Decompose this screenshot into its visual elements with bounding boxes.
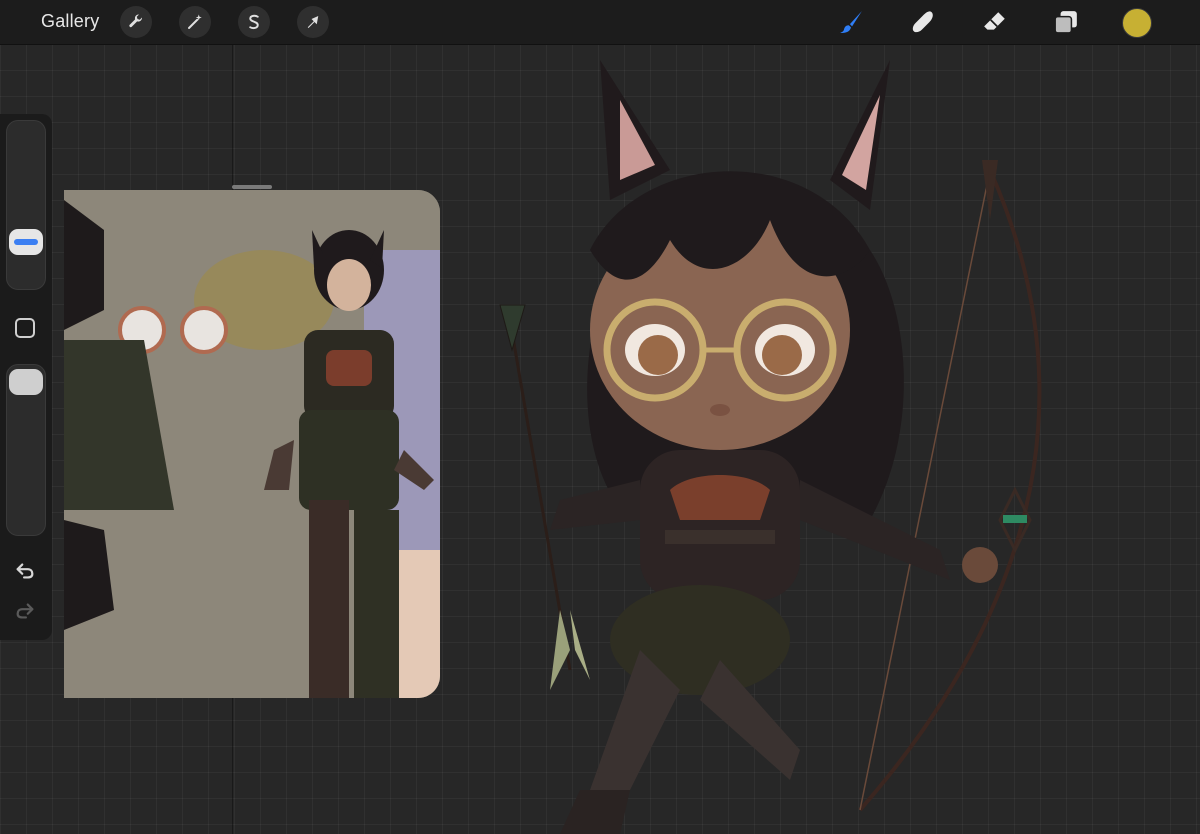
- transform-button[interactable]: [297, 6, 329, 38]
- selection-button[interactable]: [238, 6, 270, 38]
- undo-arrow-icon: [16, 563, 34, 579]
- color-picker-button[interactable]: [1122, 8, 1152, 38]
- top-toolbar: Gallery: [0, 0, 1200, 45]
- selection-s-icon: [249, 14, 259, 30]
- smudge-finger-icon: [912, 11, 933, 33]
- brush-opacity-thumb[interactable]: [9, 369, 43, 395]
- left-sidebar: [0, 114, 52, 640]
- reference-artwork-image: [64, 190, 440, 698]
- modify-square-button[interactable]: [15, 318, 35, 338]
- wrench-icon: [129, 14, 143, 28]
- redo-arrow-icon: [16, 603, 34, 619]
- brush-button[interactable]: [836, 7, 866, 37]
- layers-icon: [1054, 11, 1077, 34]
- arrow-cursor-icon: [307, 16, 319, 28]
- eraser-icon: [984, 12, 1005, 30]
- brush-opacity-slider[interactable]: [6, 364, 46, 536]
- reference-drag-handle[interactable]: [232, 185, 272, 189]
- redo-button[interactable]: [12, 598, 38, 624]
- undo-button[interactable]: [12, 558, 38, 584]
- actions-button[interactable]: [120, 6, 152, 38]
- procreate-app: Gallery: [0, 0, 1200, 834]
- brush-icon: [840, 11, 862, 33]
- brush-size-thumb[interactable]: [9, 229, 43, 255]
- reference-window[interactable]: [64, 190, 440, 698]
- adjustments-button[interactable]: [179, 6, 211, 38]
- eraser-button[interactable]: [980, 7, 1010, 37]
- chibi-archer-illustration: [499, 60, 1042, 834]
- gallery-button[interactable]: Gallery: [41, 11, 99, 32]
- layers-button[interactable]: [1051, 7, 1081, 37]
- smudge-button[interactable]: [908, 7, 938, 37]
- magic-wand-icon: [188, 14, 202, 29]
- main-artwork[interactable]: [470, 50, 1070, 834]
- brush-size-slider[interactable]: [6, 120, 46, 290]
